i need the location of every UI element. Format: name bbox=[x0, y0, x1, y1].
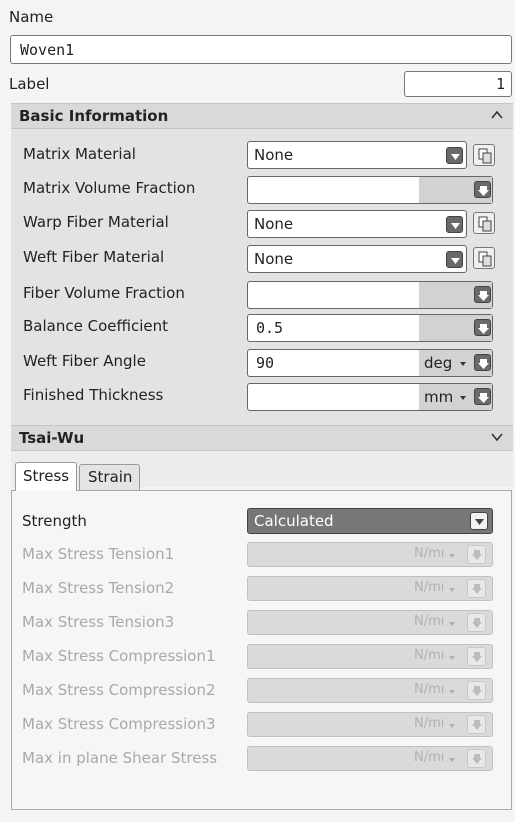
basic-info-header[interactable]: Basic Information bbox=[11, 103, 513, 129]
strength-select[interactable]: Calculated bbox=[247, 508, 493, 534]
dropdown-arrow-icon[interactable] bbox=[474, 286, 491, 303]
weft-fiber-material-value: None bbox=[254, 250, 294, 268]
chevron-down-icon[interactable] bbox=[489, 428, 505, 446]
chevron-up-icon[interactable] bbox=[489, 106, 505, 124]
max-stress-compression3-field: N/mı bbox=[247, 712, 493, 737]
row-label-weft-fiber-angle: Weft Fiber Angle bbox=[23, 352, 146, 370]
strength-label: Strength bbox=[22, 512, 87, 530]
weft-fiber-material-select[interactable]: None bbox=[247, 245, 467, 273]
max-in-plane-shear-stress-field: N/mı bbox=[247, 746, 493, 771]
dropdown-arrow-icon bbox=[467, 613, 486, 632]
row-label-fiber-volume-fraction: Fiber Volume Fraction bbox=[23, 284, 185, 302]
max-stress-compression3-label: Max Stress Compression3 bbox=[22, 715, 216, 733]
label-input[interactable]: 1 bbox=[404, 71, 512, 97]
strength-value: Calculated bbox=[254, 512, 334, 530]
finished-thickness-field[interactable]: mm bbox=[247, 383, 493, 411]
max-stress-compression1-field: N/mı bbox=[247, 644, 493, 669]
tab-stress[interactable]: Stress bbox=[15, 462, 77, 491]
dropdown-arrow-icon bbox=[467, 579, 486, 598]
dropdown-arrow-icon[interactable] bbox=[446, 216, 463, 233]
basic-info-title: Basic Information bbox=[19, 107, 169, 125]
matrix-material-select[interactable]: None bbox=[247, 141, 467, 169]
balance-coefficient-value: 0.5 bbox=[256, 319, 284, 337]
max-stress-tension3-label: Max Stress Tension3 bbox=[22, 613, 175, 631]
material-library-icon[interactable] bbox=[473, 212, 495, 234]
basic-info-panel bbox=[11, 128, 513, 425]
max-stress-compression2-field: N/mı bbox=[247, 678, 493, 703]
row-label-matrix-volume-fraction: Matrix Volume Fraction bbox=[23, 179, 196, 197]
material-library-icon[interactable] bbox=[473, 144, 495, 166]
material-library-icon[interactable] bbox=[473, 247, 495, 269]
matrix-volume-fraction-field[interactable] bbox=[247, 176, 493, 204]
dropdown-arrow-icon bbox=[467, 545, 486, 564]
max-stress-compression2-label: Max Stress Compression2 bbox=[22, 681, 216, 699]
row-label-finished-thickness: Finished Thickness bbox=[23, 386, 164, 404]
dropdown-arrow-icon[interactable] bbox=[446, 251, 463, 268]
dropdown-arrow-icon[interactable] bbox=[474, 319, 491, 336]
name-input[interactable]: Woven1 bbox=[10, 35, 512, 64]
tsai-wu-header[interactable]: Tsai-Wu bbox=[11, 425, 513, 451]
name-value: Woven1 bbox=[20, 41, 75, 59]
dropdown-arrow-icon[interactable] bbox=[470, 512, 488, 530]
row-label-balance-coefficient: Balance Coefficient bbox=[23, 317, 169, 335]
weft-fiber-angle-value: 90 bbox=[256, 354, 275, 372]
unit-dropdown-icon[interactable] bbox=[460, 362, 466, 366]
dropdown-arrow-icon[interactable] bbox=[446, 147, 463, 164]
tsai-wu-title: Tsai-Wu bbox=[19, 429, 85, 447]
name-label: Name bbox=[9, 8, 54, 26]
warp-fiber-material-value: None bbox=[254, 215, 294, 233]
matrix-material-value: None bbox=[254, 146, 294, 164]
dropdown-arrow-icon bbox=[467, 647, 486, 666]
dropdown-arrow-icon bbox=[467, 749, 486, 768]
dropdown-arrow-icon[interactable] bbox=[474, 354, 491, 371]
unit-dropdown-icon[interactable] bbox=[460, 396, 466, 400]
label-value: 1 bbox=[495, 75, 505, 93]
max-stress-tension2-field: N/mı bbox=[247, 576, 493, 601]
max-in-plane-shear-stress-label: Max in plane Shear Stress bbox=[22, 749, 218, 767]
fiber-volume-fraction-field[interactable] bbox=[247, 281, 493, 309]
row-label-warp-fiber-material: Warp Fiber Material bbox=[23, 213, 169, 231]
weft-fiber-angle-unit[interactable]: deg bbox=[424, 354, 452, 372]
max-stress-tension1-field: N/mı bbox=[247, 542, 493, 567]
row-label-weft-fiber-material: Weft Fiber Material bbox=[23, 248, 165, 266]
dropdown-arrow-icon[interactable] bbox=[474, 388, 491, 405]
dropdown-arrow-icon bbox=[467, 681, 486, 700]
finished-thickness-unit[interactable]: mm bbox=[424, 388, 453, 406]
dropdown-arrow-icon[interactable] bbox=[474, 181, 491, 198]
dropdown-arrow-icon bbox=[467, 715, 486, 734]
warp-fiber-material-select[interactable]: None bbox=[247, 210, 467, 238]
tab-strain[interactable]: Strain bbox=[79, 464, 140, 490]
row-label-matrix-material: Matrix Material bbox=[23, 145, 136, 163]
max-stress-compression1-label: Max Stress Compression1 bbox=[22, 647, 216, 665]
max-stress-tension3-field: N/mı bbox=[247, 610, 493, 635]
balance-coefficient-field[interactable]: 0.5 bbox=[247, 314, 493, 342]
label-label: Label bbox=[9, 75, 50, 93]
weft-fiber-angle-field[interactable]: 90 deg bbox=[247, 349, 493, 377]
max-stress-tension1-label: Max Stress Tension1 bbox=[22, 545, 175, 563]
max-stress-tension2-label: Max Stress Tension2 bbox=[22, 579, 175, 597]
